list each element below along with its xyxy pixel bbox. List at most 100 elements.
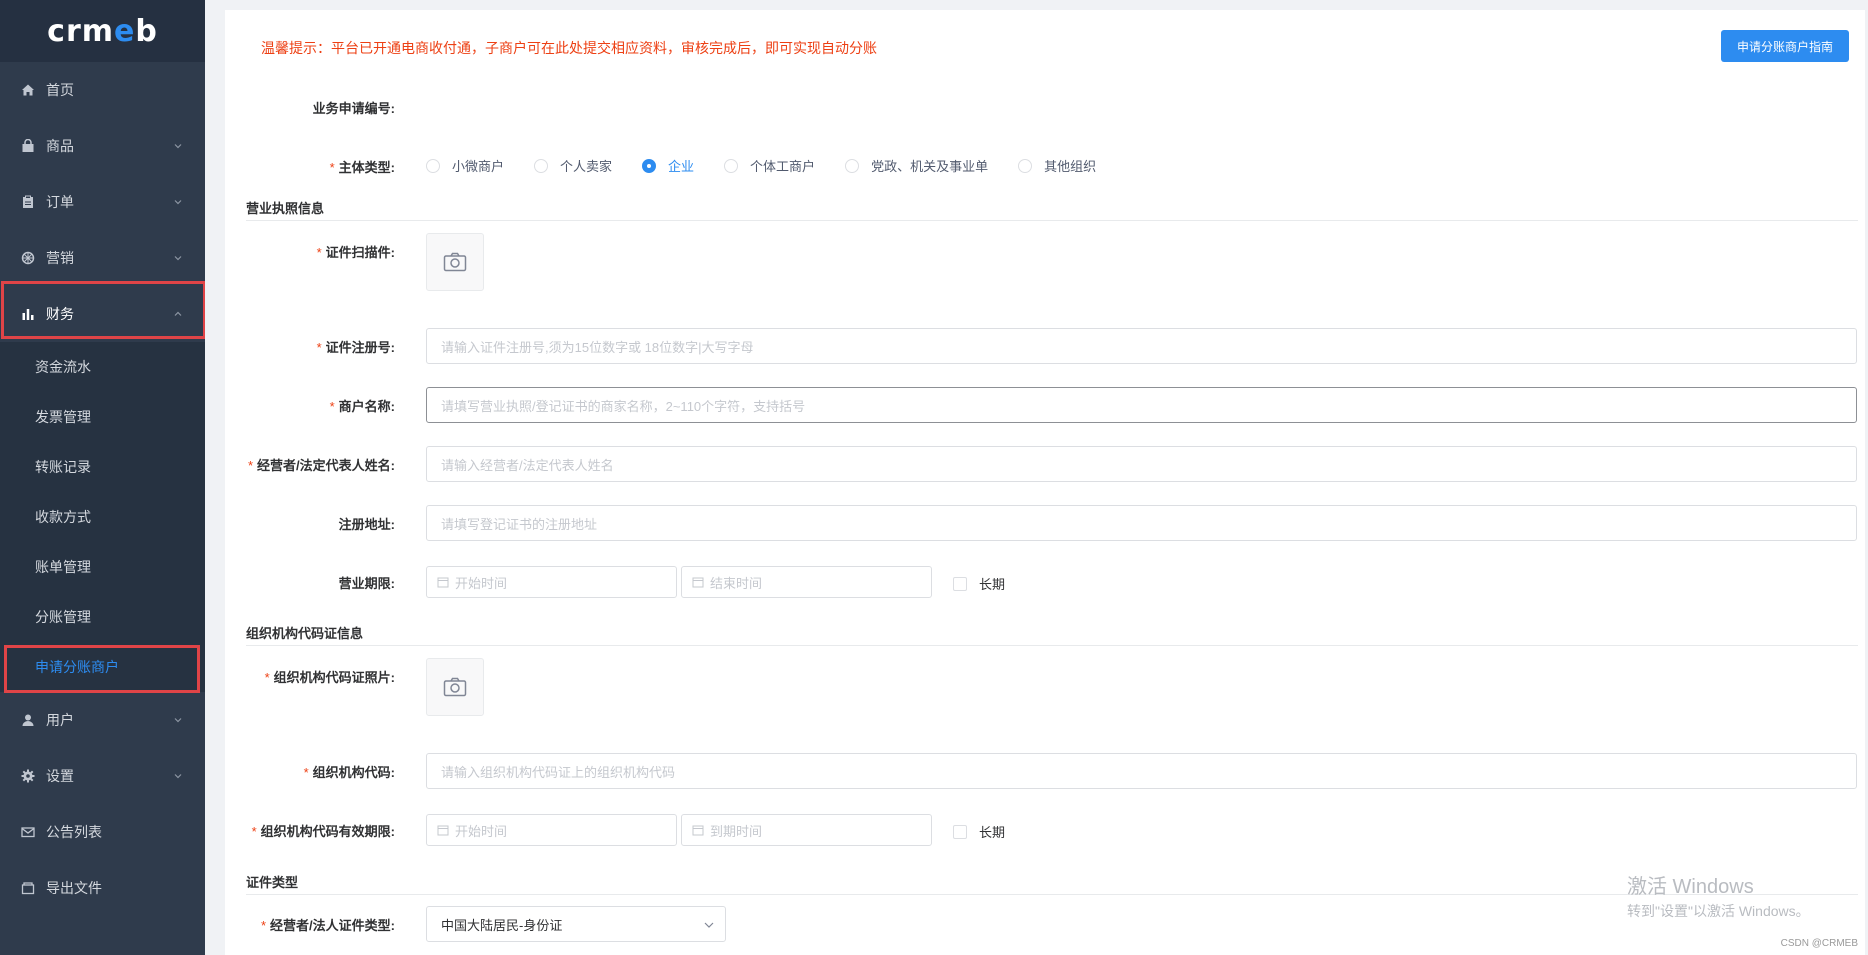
sidebar-subitem-split[interactable]: 分账管理 (0, 592, 205, 642)
user-icon (20, 712, 36, 728)
sidebar-item-notices[interactable]: 公告列表 (0, 804, 205, 860)
home-icon (20, 82, 36, 98)
sidebar-item-home[interactable]: 首页 (0, 62, 205, 118)
biz-period-long-checkbox[interactable]: 长期 (953, 574, 1005, 593)
logo-text-right: b (135, 13, 158, 49)
id-type-select[interactable]: 中国大陆居民-身份证 (426, 906, 726, 942)
org-period-long-checkbox[interactable]: 长期 (953, 822, 1005, 841)
watermark-line1: 激活 Windows (1627, 876, 1754, 898)
csdn-credit: CSDN @CRMEB (1780, 938, 1858, 949)
org-code-input[interactable]: 请输入组织机构代码证上的组织机构代码 (426, 753, 1857, 789)
logo-text-e: e (114, 13, 136, 49)
radio-dot (1018, 158, 1033, 173)
sidebar-subitem-payment-method[interactable]: 收款方式 (0, 492, 205, 542)
radio-individual-seller[interactable]: 个人卖家 (534, 156, 612, 175)
sidebar-item-goods[interactable]: 商品 (0, 118, 205, 174)
license-section-title: 营业执照信息 (246, 198, 1858, 221)
radio-label: 小微商户 (452, 159, 505, 174)
sidebar-subitem-transfer[interactable]: 转账记录 (0, 442, 205, 492)
date-placeholder: 到期时间 (710, 823, 763, 839)
sidebar-item-user[interactable]: 用户 (0, 692, 205, 748)
finance-highlight (1, 281, 206, 339)
subitem-label: 分账管理 (35, 609, 91, 625)
sidebar-item-settings[interactable]: 设置 (0, 748, 205, 804)
org-photo-upload[interactable] (426, 658, 484, 716)
sidebar-subitem-bill[interactable]: 账单管理 (0, 542, 205, 592)
radio-dot (845, 158, 860, 173)
logo[interactable]: crm e b (0, 0, 205, 62)
radio-micro-merchant[interactable]: 小微商户 (426, 156, 504, 175)
checkbox-label: 长期 (979, 577, 1006, 592)
radio-label: 党政、机关及事业单 (871, 159, 989, 174)
select-value: 中国大陆居民-身份证 (441, 917, 563, 933)
radio-dot (534, 158, 549, 173)
sidebar: crm e b 首页 商品 订单 营销 财务 资金流水 发票管理 转账记录 收款方式… (0, 0, 206, 955)
calendar-icon (437, 825, 449, 836)
reg-no-input[interactable]: 请输入证件注册号,须为15位数字或 18位数字|大写字母 (426, 328, 1857, 364)
checkbox-label: 长期 (979, 825, 1006, 840)
apply-guide-button[interactable]: 申请分账商户指南 (1720, 30, 1849, 62)
main-content: 温馨提示：平台已开通电商收付通，子商户可在此处提交相应资料，审核完成后，即可实现… (205, 0, 1868, 955)
sidebar-item-label: 导出文件 (46, 880, 102, 896)
sidebar-item-label: 商品 (46, 138, 74, 154)
radio-dot (642, 158, 657, 173)
id-section-title: 证件类型 (246, 872, 1858, 895)
camera-icon (443, 252, 467, 272)
finance-submenu: 资金流水 发票管理 转账记录 收款方式 账单管理 分账管理 申请分账商户 (0, 342, 205, 692)
watermark-line2: 转到"设置"以激活 Windows。 (1627, 903, 1810, 919)
subitem-label: 发票管理 (35, 409, 91, 425)
org-period-start-date[interactable]: 开始时间 (426, 814, 677, 846)
chevron-down-icon (174, 718, 182, 723)
calendar-icon (437, 577, 449, 588)
date-placeholder: 开始时间 (455, 823, 508, 839)
date-placeholder: 结束时间 (710, 575, 763, 591)
subitem-label: 资金流水 (35, 359, 91, 375)
radio-label: 个人卖家 (560, 159, 613, 174)
radio-enterprise[interactable]: 企业 (642, 156, 694, 175)
chevron-down-icon (174, 774, 182, 779)
sidebar-item-marketing[interactable]: 营销 (0, 230, 205, 286)
radio-label: 企业 (668, 159, 695, 174)
biz-period-start-date[interactable]: 开始时间 (426, 566, 677, 598)
camera-icon (443, 677, 467, 697)
windows-activation-watermark: 激活 Windows 转到"设置"以激活 Windows。 (1627, 870, 1810, 921)
subject-type-radio-group: 小微商户 个人卖家 企业 个体工商户 党政、机关及事业单 其他组织 (426, 156, 1126, 175)
sidebar-item-export[interactable]: 导出文件 (0, 860, 205, 916)
biz-no-row: 业务申请编号: (225, 98, 1865, 117)
apply-merchant-highlight (4, 645, 200, 693)
clipboard-icon (20, 194, 36, 210)
checkbox-box (953, 576, 967, 591)
license-upload[interactable] (426, 233, 484, 291)
folder-icon (20, 880, 36, 896)
calendar-icon (692, 825, 704, 836)
chevron-down-icon (174, 200, 182, 205)
sidebar-item-label: 设置 (46, 768, 74, 784)
calendar-icon (692, 577, 704, 588)
merchant-name-label: * 商户名称: (329, 399, 395, 414)
org-photo-label: * 组织机构代码证照片: (264, 670, 395, 685)
biz-period-label: 营业期限: (338, 576, 395, 591)
org-period-end-date[interactable]: 到期时间 (681, 814, 932, 846)
radio-individual-business[interactable]: 个体工商户 (724, 156, 815, 175)
sidebar-subitem-capital-flow[interactable]: 资金流水 (0, 342, 205, 392)
sidebar-item-label: 营销 (46, 250, 74, 266)
checkbox-box (953, 824, 967, 839)
bag-icon (20, 138, 36, 154)
date-placeholder: 开始时间 (455, 575, 508, 591)
chevron-down-icon (704, 922, 714, 928)
id-type-label: * 经营者/法人证件类型: (260, 918, 395, 933)
org-period-label: * 组织机构代码有效期限: (251, 824, 395, 839)
sidebar-subitem-invoice[interactable]: 发票管理 (0, 392, 205, 442)
subitem-label: 账单管理 (35, 559, 91, 575)
radio-government-institution[interactable]: 党政、机关及事业单 (845, 156, 988, 175)
merchant-name-input[interactable]: 请填写营业执照/登记证书的商家名称，2~110个字符，支持括号 (426, 387, 1857, 423)
biz-period-end-date[interactable]: 结束时间 (681, 566, 932, 598)
sidebar-item-label: 公告列表 (46, 824, 102, 840)
sidebar-item-label: 首页 (46, 82, 74, 98)
reg-address-label: 注册地址: (338, 517, 395, 532)
legal-name-input[interactable]: 请输入经营者/法定代表人姓名 (426, 446, 1857, 482)
logo-text-left: crm (47, 13, 114, 49)
reg-address-input[interactable]: 请填写登记证书的注册地址 (426, 505, 1857, 541)
sidebar-item-orders[interactable]: 订单 (0, 174, 205, 230)
radio-other-org[interactable]: 其他组织 (1018, 156, 1096, 175)
